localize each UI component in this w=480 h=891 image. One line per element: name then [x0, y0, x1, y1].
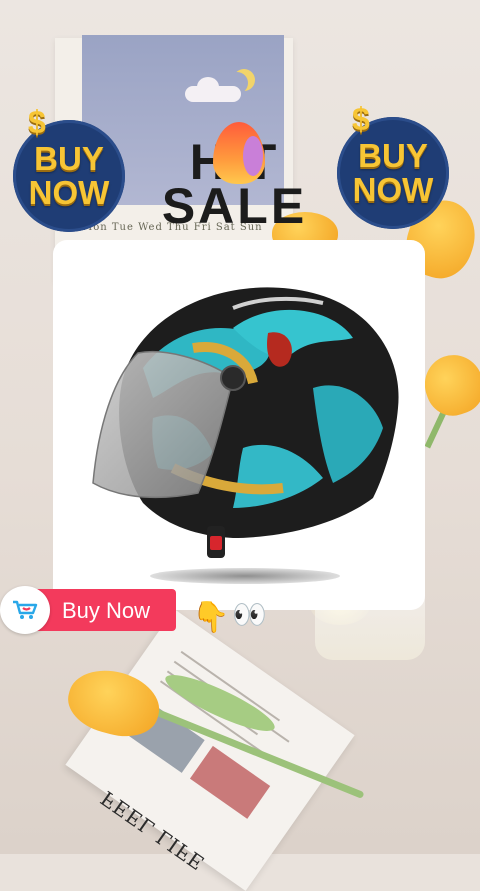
strap-buckle [210, 536, 222, 550]
buy-now-button[interactable]: Buy Now [0, 586, 176, 634]
pointing-hand-icon: 👇 [192, 601, 230, 634]
cart-badge[interactable] [0, 586, 50, 634]
sale-word: SALE [161, 178, 308, 234]
badge-text-now: NOW [352, 171, 434, 208]
eyes-icon: 👀 [232, 599, 267, 630]
moon-icon [226, 72, 248, 94]
badge-text-buy: BUY [358, 137, 428, 174]
badge-text-now: NOW [28, 174, 110, 211]
helmet-image[interactable] [83, 268, 413, 578]
badge-text-buy: BUY [34, 140, 104, 177]
buy-now-label[interactable]: Buy Now [62, 598, 150, 624]
visor-pivot [220, 365, 246, 391]
dollar-icon: $ [28, 104, 46, 140]
shopping-cart-icon [13, 600, 38, 619]
dollar-icon: $ [352, 101, 370, 137]
